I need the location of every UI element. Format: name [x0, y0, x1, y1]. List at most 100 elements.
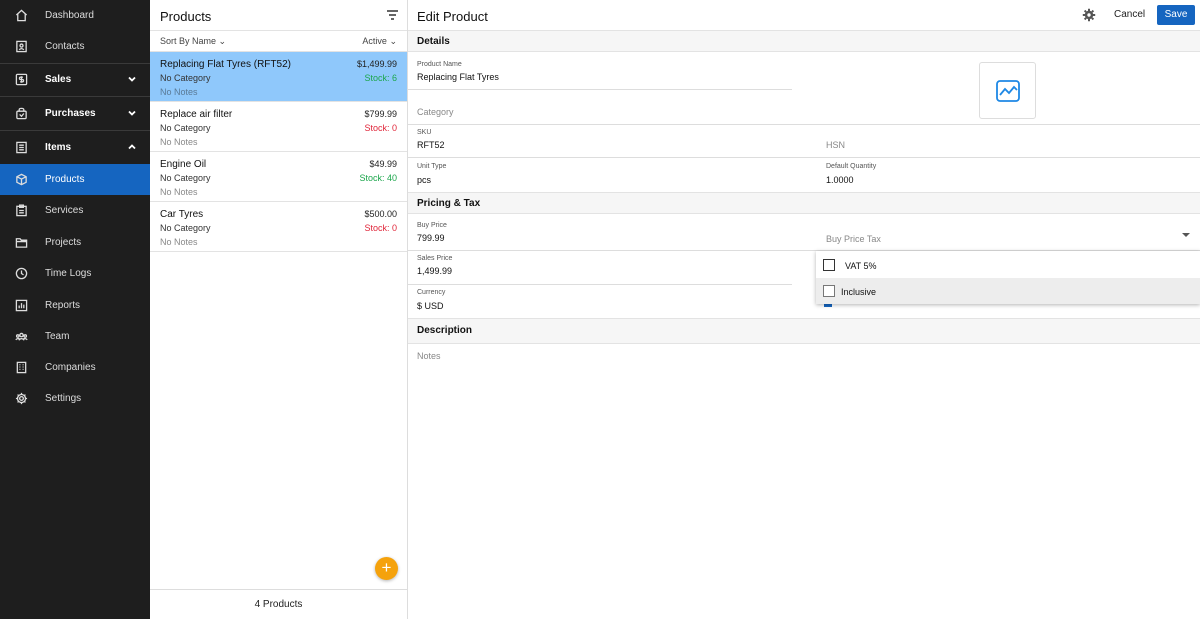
product-name-field[interactable]: Replacing Flat Tyres	[417, 72, 499, 82]
chevron-down-icon[interactable]	[126, 73, 138, 85]
sidebar-item-label: Settings	[45, 393, 82, 404]
sidebar-item-products[interactable]: Products	[0, 164, 150, 195]
divider	[408, 284, 792, 285]
sort-bar: Sort By Name ⌄ Active ⌄	[150, 30, 407, 52]
divider	[408, 157, 1200, 158]
chevron-down-icon[interactable]	[126, 107, 138, 119]
list-item[interactable]: Replace air filter No Category No Notes …	[150, 102, 407, 152]
product-notes: No Notes	[160, 137, 198, 147]
hsn-field[interactable]: HSN	[826, 140, 845, 150]
list-item[interactable]: Car Tyres No Category No Notes $500.00 S…	[150, 202, 407, 252]
items-icon	[14, 141, 28, 155]
chevron-down-icon: ⌄	[389, 36, 397, 46]
sidebar-item-companies[interactable]: Companies	[0, 352, 150, 383]
sidebar-item-services[interactable]: Services	[0, 195, 150, 226]
sidebar-item-label: Products	[45, 174, 85, 185]
sidebar-item-contacts[interactable]: Contacts	[0, 31, 150, 62]
sku-label: SKU	[417, 129, 432, 136]
buy-price-field[interactable]: 799.99	[417, 233, 445, 243]
sort-label: Sort By Name	[160, 36, 217, 46]
section-description: Description	[408, 318, 1200, 344]
product-stock: Stock: 40	[359, 173, 397, 183]
sidebar-item-settings[interactable]: Settings	[0, 383, 150, 414]
currency-label: Currency	[417, 289, 446, 296]
chevron-down-icon: ⌄	[218, 36, 227, 46]
checkbox[interactable]	[823, 259, 835, 271]
divider	[0, 96, 150, 97]
currency-field[interactable]: $ USD	[417, 301, 444, 311]
sidebar-item-label: Reports	[45, 300, 81, 311]
category-field[interactable]: Category	[417, 107, 454, 117]
sidebar-item-time-logs[interactable]: Time Logs	[0, 258, 150, 289]
sidebar-item-label: Time Logs	[45, 268, 92, 279]
buy-price-tax-select[interactable]: Buy Price Tax	[826, 234, 881, 244]
product-category: No Category	[160, 223, 211, 233]
product-name: Replace air filter	[160, 109, 233, 120]
product-notes: No Notes	[160, 237, 198, 247]
section-details: Details	[408, 30, 1200, 52]
save-button[interactable]: Save	[1157, 5, 1195, 25]
divider	[408, 89, 792, 90]
default-quantity-label: Default Quantity	[826, 163, 877, 170]
divider	[408, 124, 1200, 125]
sidebar: Dashboard Contacts Sales Purchases Items…	[0, 0, 150, 619]
contacts-icon	[14, 40, 28, 54]
gear-icon[interactable]	[1082, 8, 1096, 22]
product-price: $49.99	[369, 159, 397, 169]
product-stock: Stock: 0	[364, 123, 397, 133]
sidebar-item-label: Team	[45, 331, 70, 342]
selection-indicator	[824, 304, 832, 307]
sidebar-item-team[interactable]: Team	[0, 321, 150, 352]
tax-dropdown-menu: VAT 5% Inclusive	[816, 251, 1200, 304]
sidebar-item-projects[interactable]: Projects	[0, 227, 150, 258]
product-category: No Category	[160, 73, 211, 83]
gear-icon	[14, 392, 28, 406]
cube-icon	[14, 173, 28, 187]
sidebar-item-label: Companies	[45, 362, 96, 373]
sidebar-item-dashboard[interactable]: Dashboard	[0, 0, 150, 31]
dropdown-arrow-icon[interactable]	[1182, 233, 1190, 237]
product-count: 4 Products	[150, 589, 407, 619]
tax-option-vat[interactable]: VAT 5%	[816, 252, 1200, 278]
sidebar-item-reports[interactable]: Reports	[0, 290, 150, 321]
divider	[0, 130, 150, 131]
option-label: Inclusive	[841, 287, 877, 297]
filter-label: Active	[362, 36, 387, 46]
list-item[interactable]: Engine Oil No Category No Notes $49.99 S…	[150, 152, 407, 202]
product-list-pane: Products Sort By Name ⌄ Active ⌄ Replaci…	[150, 0, 408, 619]
sidebar-item-purchases[interactable]: Purchases	[0, 98, 150, 129]
add-product-button[interactable]: +	[375, 557, 398, 580]
checkbox[interactable]	[823, 285, 835, 297]
product-image-upload[interactable]	[979, 62, 1036, 119]
chevron-up-icon[interactable]	[126, 141, 138, 153]
sidebar-item-sales[interactable]: Sales	[0, 64, 150, 95]
image-icon	[995, 79, 1020, 102]
home-icon	[14, 9, 28, 23]
edit-product-pane: Edit Product Cancel Save Details Product…	[408, 0, 1200, 619]
list-item[interactable]: Replacing Flat Tyres (RFT52) No Category…	[150, 52, 407, 102]
status-filter-dropdown[interactable]: Active ⌄	[362, 36, 397, 47]
product-category: No Category	[160, 123, 211, 133]
sidebar-item-label: Items	[45, 142, 72, 153]
sales-price-field[interactable]: 1,499.99	[417, 266, 452, 276]
cancel-button[interactable]: Cancel	[1114, 9, 1145, 20]
notes-field[interactable]: Notes	[417, 351, 441, 361]
dollar-icon	[14, 73, 28, 87]
default-quantity-field[interactable]: 1.0000	[826, 175, 854, 185]
product-category: No Category	[160, 173, 211, 183]
sidebar-item-label: Services	[45, 205, 84, 216]
sidebar-item-items[interactable]: Items	[0, 132, 150, 163]
tax-option-inclusive[interactable]: Inclusive	[816, 278, 1200, 304]
sort-by-dropdown[interactable]: Sort By Name ⌄	[160, 36, 226, 47]
chart-icon	[14, 299, 28, 313]
bag-icon	[14, 107, 28, 121]
filter-icon[interactable]	[386, 9, 399, 21]
sidebar-item-label: Dashboard	[45, 10, 94, 21]
team-icon	[14, 330, 28, 344]
sidebar-item-label: Contacts	[45, 41, 85, 52]
product-price: $500.00	[364, 209, 397, 219]
sku-field[interactable]: RFT52	[417, 140, 445, 150]
product-name-label: Product Name	[417, 61, 462, 68]
list-title: Products	[160, 9, 212, 24]
unit-type-field[interactable]: pcs	[417, 175, 431, 185]
